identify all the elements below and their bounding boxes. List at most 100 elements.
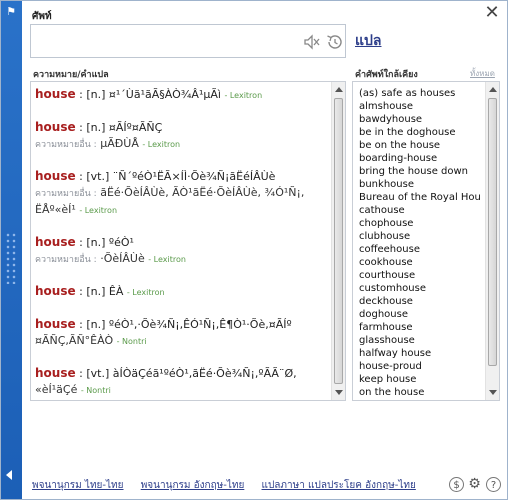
meaning-entries: house : [n.] ¤¹´Ùã¹ãÃ§ÀÒ¾Â¹µÃì - Lexitro… bbox=[35, 84, 327, 399]
similar-word-item[interactable]: deckhouse bbox=[359, 295, 481, 308]
gear-icon[interactable]: ⚙ bbox=[467, 477, 482, 492]
similar-word-item[interactable]: glasshouse bbox=[359, 334, 481, 347]
meaning-entry: house : [n.] ºéÒ¹ ความหมายอื่น : ·ÕèÍÂÙè… bbox=[35, 234, 327, 268]
search-box bbox=[30, 24, 346, 58]
headword[interactable]: house bbox=[35, 87, 76, 101]
meaning-text-continued: «èÍ¹äÇé bbox=[35, 383, 78, 396]
similar-word-item[interactable]: be on the house bbox=[359, 139, 481, 152]
meaning-entry: house : [vt.] ¨Ñ´ºéÒ¹ËÃ×ÍÌ·Õè¾Ñ¡ãËéÍÂÙè … bbox=[35, 168, 327, 219]
similar-scrollbar[interactable] bbox=[485, 82, 499, 400]
scroll-down-icon[interactable] bbox=[335, 390, 343, 395]
alt-meaning-label: ความหมายอื่น : bbox=[35, 140, 97, 150]
alt-meaning-label: ความหมายอื่น : bbox=[35, 189, 97, 199]
similar-word-item[interactable]: (as) safe as houses bbox=[359, 87, 481, 100]
source-label: - Lexitron bbox=[142, 140, 181, 149]
similar-word-item[interactable]: keep house bbox=[359, 373, 481, 386]
headword[interactable]: house bbox=[35, 366, 76, 380]
pin-icon[interactable]: ⚑ bbox=[4, 5, 18, 19]
part-of-speech: : [n.] bbox=[79, 88, 106, 101]
similar-word-item[interactable]: halfway house bbox=[359, 347, 481, 360]
source-label: - Lexitron bbox=[79, 206, 118, 215]
meaning-scrollbar[interactable] bbox=[331, 82, 345, 400]
headword[interactable]: house bbox=[35, 317, 76, 331]
alt-meaning-text: ·ÕèÍÂÙè bbox=[100, 252, 145, 265]
meaning-text-continued: ¤ÃÑÇ,ÃÑ°ÊÀÒ bbox=[35, 334, 114, 347]
part-of-speech: : [n.] bbox=[79, 318, 106, 331]
source-label: - Lexitron bbox=[148, 255, 186, 264]
alt-meaning-text: µÃÐÙÅ bbox=[100, 137, 139, 150]
alt-meaning-text: ãËé·ÕèÍÂÙè, ÃÒ¹ãËé·ÕèÍÂÙè, ¾Ó¹Ñ¡, bbox=[100, 186, 305, 199]
collapse-arrow-icon[interactable] bbox=[6, 470, 12, 480]
similar-word-item[interactable]: almshouse bbox=[359, 100, 481, 113]
similar-word-item[interactable]: boarding-house bbox=[359, 152, 481, 165]
similar-word-item[interactable]: coffeehouse bbox=[359, 243, 481, 256]
scroll-thumb[interactable] bbox=[334, 98, 343, 384]
alt-meaning-label: ความหมายอื่น : bbox=[35, 255, 97, 265]
history-icon[interactable] bbox=[325, 33, 343, 51]
show-all-link[interactable]: ทั้งหมด bbox=[470, 67, 495, 80]
meaning-entry: house : [n.] ÊÀ - Lexitron bbox=[35, 283, 327, 301]
meaning-section-label: ความหมาย/คำแปล bbox=[33, 70, 109, 80]
similar-word-item[interactable]: farmhouse bbox=[359, 321, 481, 334]
translate-link[interactable]: แปล bbox=[355, 30, 382, 52]
part-of-speech: : [vt.] bbox=[79, 367, 110, 380]
similar-word-item[interactable]: chophouse bbox=[359, 217, 481, 230]
window-title: ศัพท์ bbox=[32, 11, 52, 22]
meaning-entry: house : [n.] ¤ÃÍº¤ÃÑÇ ความหมายอื่น : µÃÐ… bbox=[35, 119, 327, 153]
similar-words-panel[interactable]: (as) safe as houses almshouse bawdyhouse be… bbox=[352, 81, 500, 401]
meaning-entry: house : [n.] ¤¹´Ùã¹ãÃ§ÀÒ¾Â¹µÃì - Lexitro… bbox=[35, 86, 327, 104]
similar-word-item[interactable]: be in the doghouse bbox=[359, 126, 481, 139]
dollar-icon[interactable]: $ bbox=[449, 477, 464, 492]
alt-meaning-text: ËÅº«èÍ¹ bbox=[35, 203, 76, 216]
headword[interactable]: house bbox=[35, 235, 76, 249]
similar-word-item[interactable]: cookhouse bbox=[359, 256, 481, 269]
similar-word-item[interactable]: clubhouse bbox=[359, 230, 481, 243]
speaker-muted-icon[interactable] bbox=[303, 33, 321, 51]
source-label: - Lexitron bbox=[224, 91, 263, 100]
meaning-text: ºéÒ¹,·Õè¾Ñ¡,ÊÓ¹Ñ¡,Ê¶Ò¹·Õè,¤ÃÍº bbox=[108, 318, 292, 331]
search-input[interactable] bbox=[35, 31, 295, 51]
headword[interactable]: house bbox=[35, 284, 76, 298]
thai-thai-dictionary-link[interactable]: พจนานุกรม ไทย-ไทย bbox=[32, 480, 124, 491]
scroll-up-icon[interactable] bbox=[335, 87, 343, 92]
similar-word-item[interactable]: doghouse bbox=[359, 308, 481, 321]
source-label: - Lexitron bbox=[126, 288, 165, 297]
meaning-text: ¤ÃÍº¤ÃÑÇ bbox=[108, 121, 163, 134]
side-rail: ⚑ bbox=[0, 0, 22, 500]
part-of-speech: : [n.] bbox=[79, 236, 106, 249]
source-label: - Nontri bbox=[116, 337, 147, 346]
part-of-speech: : [vt.] bbox=[79, 170, 110, 183]
resize-grip-icon[interactable] bbox=[5, 232, 17, 284]
similar-section-label: คำศัพท์ใกล้เคียง bbox=[355, 70, 418, 80]
similar-word-item[interactable]: courthouse bbox=[359, 269, 481, 282]
source-label: - Nontri bbox=[80, 386, 111, 395]
similar-word-item[interactable]: bring the house down bbox=[359, 165, 481, 178]
meaning-text: ¤¹´Ùã¹ãÃ§ÀÒ¾Â¹µÃì bbox=[108, 88, 221, 101]
scroll-thumb[interactable] bbox=[488, 98, 497, 366]
meaning-entry: house : [vt.] àÍÒäÇéã¹ºéÒ¹,ãËé·Õè¾Ñ¡,ºÃÃ… bbox=[35, 365, 327, 399]
similar-words-list: (as) safe as houses almshouse bawdyhouse be… bbox=[359, 87, 481, 399]
meaning-text: ¨Ñ´ºéÒ¹ËÃ×ÍÌ·Õè¾Ñ¡ãËéÍÂÙè bbox=[112, 170, 276, 183]
help-icon[interactable]: ? bbox=[486, 477, 501, 492]
meaning-text: àÍÒäÇéã¹ºéÒ¹,ãËé·Õè¾Ñ¡,ºÃÃ¨Ø, bbox=[112, 367, 297, 380]
part-of-speech: : [n.] bbox=[79, 121, 106, 134]
similar-word-item[interactable]: Bureau of the Royal Household bbox=[359, 191, 481, 204]
similar-word-item[interactable]: customhouse bbox=[359, 282, 481, 295]
similar-word-item[interactable]: on the house bbox=[359, 386, 481, 399]
meaning-text: ÊÀ bbox=[108, 285, 124, 298]
meaning-entry: house : [n.] ºéÒ¹,·Õè¾Ñ¡,ÊÓ¹Ñ¡,Ê¶Ò¹·Õè,¤… bbox=[35, 316, 327, 350]
scroll-down-icon[interactable] bbox=[489, 390, 497, 395]
headword[interactable]: house bbox=[35, 120, 76, 134]
headword[interactable]: house bbox=[35, 169, 76, 183]
meaning-panel[interactable]: house : [n.] ¤¹´Ùã¹ãÃ§ÀÒ¾Â¹µÃì - Lexitro… bbox=[30, 81, 346, 401]
translate-sentence-link[interactable]: แปลภาษา แปลประโยค อังกฤษ-ไทย bbox=[262, 480, 416, 491]
similar-word-item[interactable]: cathouse bbox=[359, 204, 481, 217]
part-of-speech: : [n.] bbox=[79, 285, 106, 298]
scroll-up-icon[interactable] bbox=[489, 87, 497, 92]
meaning-text: ºéÒ¹ bbox=[108, 236, 134, 249]
similar-word-item[interactable]: bawdyhouse bbox=[359, 113, 481, 126]
english-thai-dictionary-link[interactable]: พจนานุกรม อังกฤษ-ไทย bbox=[141, 480, 245, 491]
close-icon[interactable]: ✕ bbox=[484, 4, 500, 22]
similar-word-item[interactable]: bunkhouse bbox=[359, 178, 481, 191]
similar-word-item[interactable]: house-proud bbox=[359, 360, 481, 373]
